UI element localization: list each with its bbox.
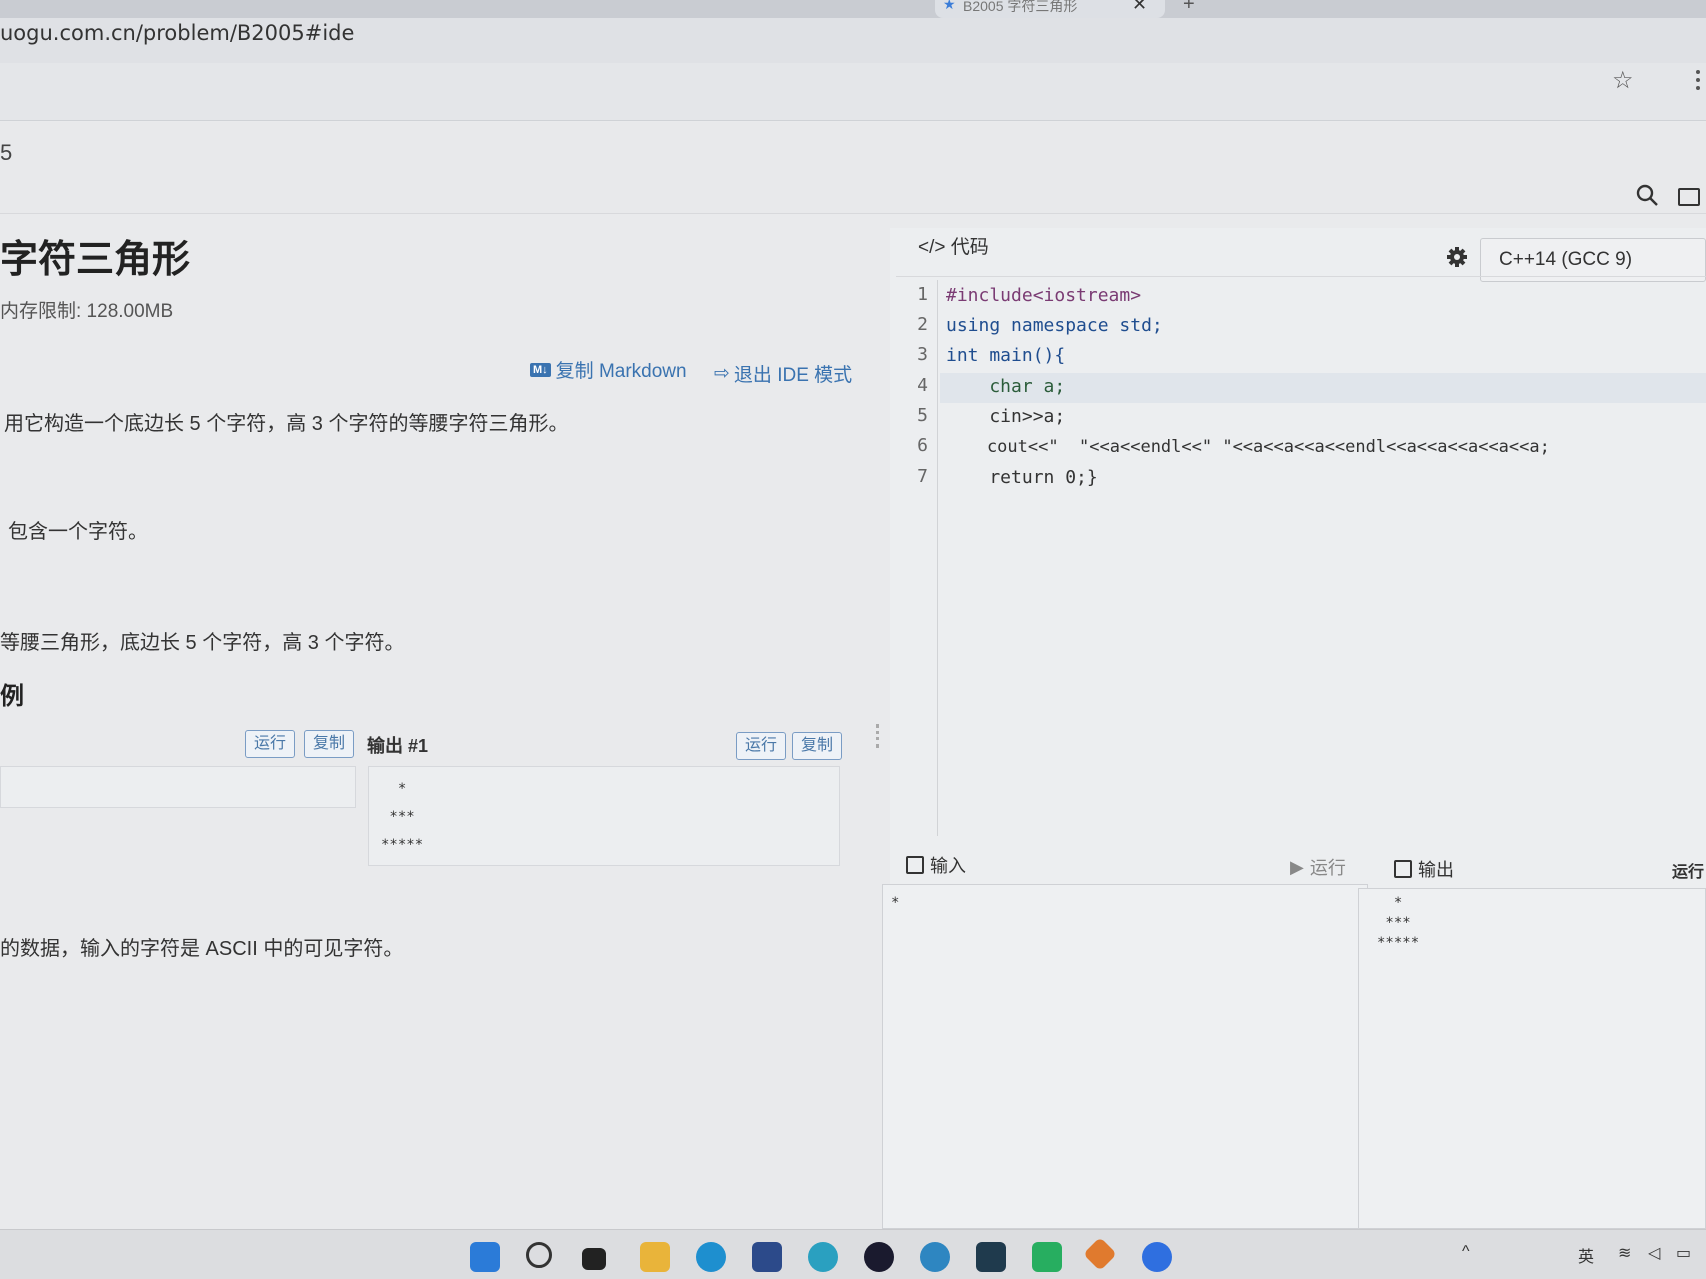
taskbar-search-icon[interactable]	[526, 1242, 552, 1268]
line-number: 1	[917, 284, 928, 305]
search-icon[interactable]	[1636, 184, 1658, 206]
output-icon	[1394, 860, 1412, 878]
file-explorer-icon[interactable]	[640, 1242, 670, 1272]
code-tab-label: 代码	[950, 237, 989, 258]
code-line[interactable]: using namespace std;	[946, 315, 1163, 336]
windows-start-icon[interactable]	[470, 1242, 500, 1272]
markdown-icon: M↓	[530, 362, 551, 377]
exit-icon: ⇨	[714, 363, 730, 384]
line-number: 3	[917, 344, 928, 365]
code-line[interactable]: cin>>a;	[946, 406, 1065, 427]
custom-input-text: *	[891, 895, 900, 911]
input-tab-label: 输入	[930, 856, 966, 876]
output-format: 等腰三角形，底边长 5 个字符，高 3 个字符。	[0, 632, 405, 654]
code-line[interactable]: return 0;}	[946, 467, 1097, 488]
run-button[interactable]: ▶ 运行	[1290, 854, 1346, 880]
sample-output-copy-button[interactable]: 复制	[792, 732, 843, 760]
sample-input-box	[0, 766, 356, 808]
code-icon: </>	[918, 237, 946, 258]
app-icon[interactable]	[864, 1242, 894, 1272]
browser-tab-active[interactable]: ★ B2005 字符三角形	[935, 0, 1165, 18]
site-header	[0, 122, 1706, 214]
run-right-button[interactable]: 运行	[1672, 858, 1704, 882]
copy-markdown-label: 复制 Markdown	[555, 361, 687, 382]
breadcrumb[interactable]: 5	[0, 140, 12, 166]
app-icon[interactable]	[808, 1242, 838, 1272]
sample-output-run-button[interactable]: 运行	[736, 732, 787, 760]
bookmark-star-icon[interactable]: ☆	[1612, 66, 1634, 95]
exit-ide-button[interactable]: ⇨ 退出 IDE 模式	[714, 360, 852, 387]
samples-heading: 例	[0, 683, 24, 710]
chrome-app-icon[interactable]	[1142, 1242, 1172, 1272]
sample-input-copy-button[interactable]: 复制	[304, 730, 355, 758]
code-line[interactable]: char a;	[946, 376, 1065, 397]
terminal-icon[interactable]	[976, 1242, 1006, 1272]
run-label: 运行	[1309, 858, 1346, 878]
input-icon	[906, 856, 924, 874]
line-number: 2	[917, 314, 928, 335]
code-line[interactable]: cout<<" "<<a<<endl<<" "<<a<<a<<a<<endl<<…	[946, 437, 1550, 457]
more-menu-icon[interactable]	[1696, 70, 1700, 90]
taskbar	[0, 1229, 1706, 1279]
battery-icon[interactable]: ▭	[1676, 1243, 1691, 1263]
line-number: 4	[917, 375, 928, 396]
tab-close-icon[interactable]: ✕	[1132, 0, 1147, 15]
pane-splitter-handle[interactable]	[876, 724, 884, 748]
sample-output-text: * *** *****	[381, 781, 424, 853]
input-tab[interactable]: 输入	[906, 852, 966, 878]
edge-dev-icon[interactable]	[920, 1242, 950, 1272]
run-output-area: * *** *****	[1358, 888, 1706, 1229]
input-format: 包含一个字符。	[8, 521, 148, 543]
data-range-note: 的数据，输入的字符是 ASCII 中的可见字符。	[0, 938, 404, 960]
output-tab-label: 输出	[1418, 860, 1454, 880]
problem-description: 用它构造一个底边长 5 个字符，高 3 个字符的等腰字符三角形。	[4, 413, 569, 435]
line-number: 5	[917, 405, 928, 426]
url-text[interactable]: uogu.com.cn/problem/B2005#ide	[0, 21, 354, 45]
mail-icon[interactable]	[1678, 188, 1700, 206]
problem-title: 字符三角形	[0, 239, 191, 281]
wifi-icon[interactable]: ≋	[1618, 1243, 1631, 1263]
code-tab[interactable]: </> 代码	[918, 232, 989, 259]
volume-icon[interactable]: ◁	[1648, 1243, 1660, 1263]
code-line[interactable]: #include<iostream>	[946, 285, 1141, 306]
new-tab-icon[interactable]: +	[1183, 0, 1195, 16]
store-icon[interactable]	[752, 1242, 782, 1272]
browser-tab-strip	[0, 0, 1706, 18]
copy-markdown-button[interactable]: M↓ 复制 Markdown	[530, 356, 687, 383]
line-number: 7	[917, 466, 928, 487]
browser-toolbar	[0, 63, 1706, 121]
play-icon: ▶	[1290, 856, 1304, 877]
luogu-favicon-icon: ★	[943, 0, 956, 12]
sample-input-run-button[interactable]: 运行	[245, 730, 296, 758]
gear-icon[interactable]	[1446, 246, 1468, 268]
custom-input-textarea[interactable]: *	[882, 884, 1368, 1229]
code-line[interactable]: int main(){	[946, 345, 1065, 366]
tab-title: B2005 字符三角形	[963, 0, 1078, 14]
line-number: 6	[917, 435, 928, 456]
tray-overflow-icon[interactable]: ^	[1462, 1243, 1470, 1261]
run-output-text: * *** *****	[1377, 895, 1420, 951]
sample-output-box: * *** *****	[368, 766, 840, 866]
exit-ide-label: 退出 IDE 模式	[733, 365, 853, 386]
sample-output-label: 输出 #1	[367, 736, 429, 756]
output-tab[interactable]: 输出	[1394, 856, 1454, 882]
memory-limit: 内存限制: 128.00MB	[0, 301, 174, 322]
green-app-icon[interactable]	[1032, 1242, 1062, 1272]
edge-browser-icon[interactable]	[696, 1242, 726, 1272]
task-view-icon[interactable]	[582, 1248, 606, 1270]
ime-indicator[interactable]: 英	[1578, 1243, 1594, 1267]
